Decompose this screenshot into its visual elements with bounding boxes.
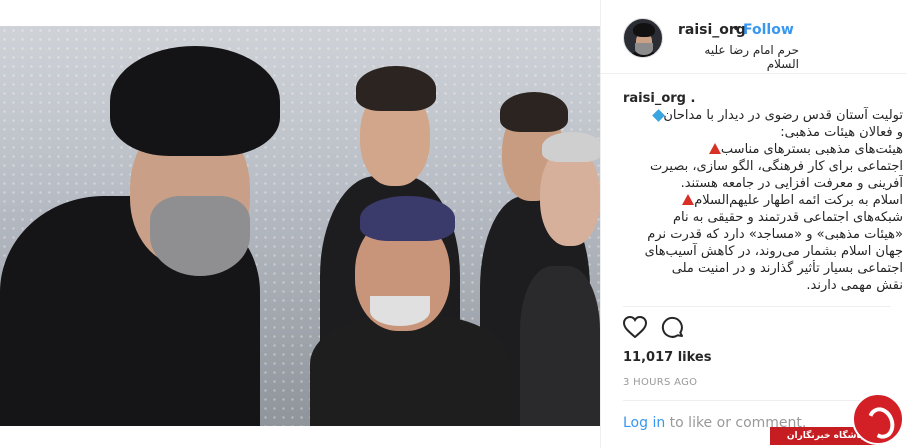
- heart-icon[interactable]: [623, 316, 647, 340]
- separator-dot: •: [732, 21, 741, 37]
- watermark-emblem-icon: [852, 393, 904, 445]
- comment-icon[interactable]: [661, 316, 685, 340]
- caption-line: اجتماعی بسیار تأثیر گذارند و در امنیت مل…: [623, 260, 903, 277]
- post-sidebar: raisi_org • Follow حرم امام رضا علیه الس…: [600, 0, 906, 448]
- post-header: raisi_org • Follow حرم امام رضا علیه الس…: [601, 0, 906, 74]
- caption-line: شبکه‌های اجتماعی قدرتمند و حقیقی به نام: [623, 209, 903, 226]
- caption-line: اسلام به برکت ائمه اطهار علیهم‌السلام: [623, 192, 903, 209]
- post-photo[interactable]: [0, 26, 600, 426]
- caption-line: نقش مهمی دارند.: [623, 277, 903, 294]
- caption-line-text: هیئت‌های مذهبی بسترهای مناسب: [720, 142, 903, 157]
- caption-line: تولیت آستان قدس رضوی در دیدار با مداحان: [623, 107, 903, 124]
- instagram-post: raisi_org • Follow حرم امام رضا علیه الس…: [0, 0, 906, 448]
- photo-figure-elder: [300, 196, 510, 426]
- caption-line: هیئت‌های مذهبی بسترهای مناسب: [623, 141, 903, 158]
- login-link[interactable]: Log in: [623, 415, 665, 431]
- post-timestamp[interactable]: 3 HOURS AGO: [623, 377, 697, 388]
- caption-line-text: اجتماعی بسیار تأثیر گذارند و در امنیت مل…: [671, 261, 903, 276]
- caption-line-text: اجتماعی برای کار فرهنگی، الگو سازی، بصیر…: [649, 159, 903, 174]
- divider: [623, 306, 891, 307]
- caption-line: و فعالان هیئات مذهبی:: [623, 124, 903, 141]
- caption-line-text: نقش مهمی دارند.: [806, 278, 903, 293]
- caption-line-text: شبکه‌های اجتماعی قدرتمند و حقیقی به نام: [672, 210, 903, 225]
- caption-line-text: و فعالان هیئات مذهبی:: [780, 125, 903, 140]
- avatar[interactable]: [623, 18, 663, 58]
- triangle-icon: [682, 194, 695, 205]
- caption-line: «هیئات مذهبی» و «مساجد» دارد که قدرت نرم: [623, 226, 903, 243]
- caption-line-text: «هیئات مذهبی» و «مساجد» دارد که قدرت نرم: [647, 227, 903, 242]
- caption-line-text: اسلام به برکت ائمه اطهار علیهم‌السلام: [694, 193, 903, 208]
- follow-button[interactable]: Follow: [743, 22, 794, 38]
- caption-line-text: جهان اسلام بشمار می‌روند، در کاهش آسیب‌ه…: [644, 244, 903, 259]
- caption-line: آفرینی و معرفت افزایی در جامعه هستند.: [623, 175, 903, 192]
- location-link[interactable]: حرم امام رضا علیه السلام: [675, 43, 799, 71]
- triangle-icon: [708, 143, 721, 154]
- caption-line-text: تولیت آستان قدس رضوی در دیدار با مداحان: [663, 108, 903, 123]
- likes-count[interactable]: 11,017 likes: [623, 350, 711, 365]
- caption-username[interactable]: raisi_org .: [623, 90, 903, 107]
- post-caption: raisi_org . تولیت آستان قدس رضوی در دیدا…: [623, 90, 903, 294]
- watermark-logo: باشگاه خبرنگاران: [770, 393, 906, 448]
- action-bar: [623, 316, 685, 340]
- caption-line: جهان اسلام بشمار می‌روند، در کاهش آسیب‌ه…: [623, 243, 903, 260]
- photo-figure-cleric: [0, 26, 300, 426]
- photo-figure-man-3: [520, 126, 600, 426]
- caption-line-text: آفرینی و معرفت افزایی در جامعه هستند.: [680, 176, 903, 191]
- caption-line: اجتماعی برای کار فرهنگی، الگو سازی، بصیر…: [623, 158, 903, 175]
